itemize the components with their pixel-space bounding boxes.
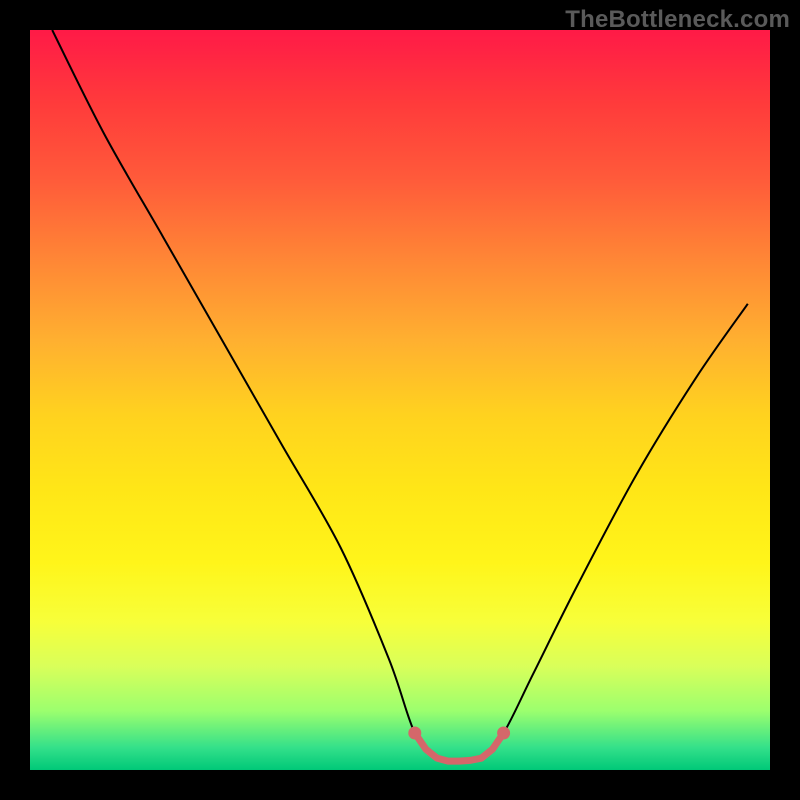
- trough-endpoint: [408, 727, 421, 740]
- chart-svg: [30, 30, 770, 770]
- trough-line: [415, 733, 504, 761]
- plot-area: [30, 30, 770, 770]
- chart-frame: TheBottleneck.com: [0, 0, 800, 800]
- trough-endpoint: [497, 727, 510, 740]
- curve-line: [52, 30, 748, 762]
- watermark-text: TheBottleneck.com: [565, 6, 790, 34]
- trough-markers: [408, 727, 510, 762]
